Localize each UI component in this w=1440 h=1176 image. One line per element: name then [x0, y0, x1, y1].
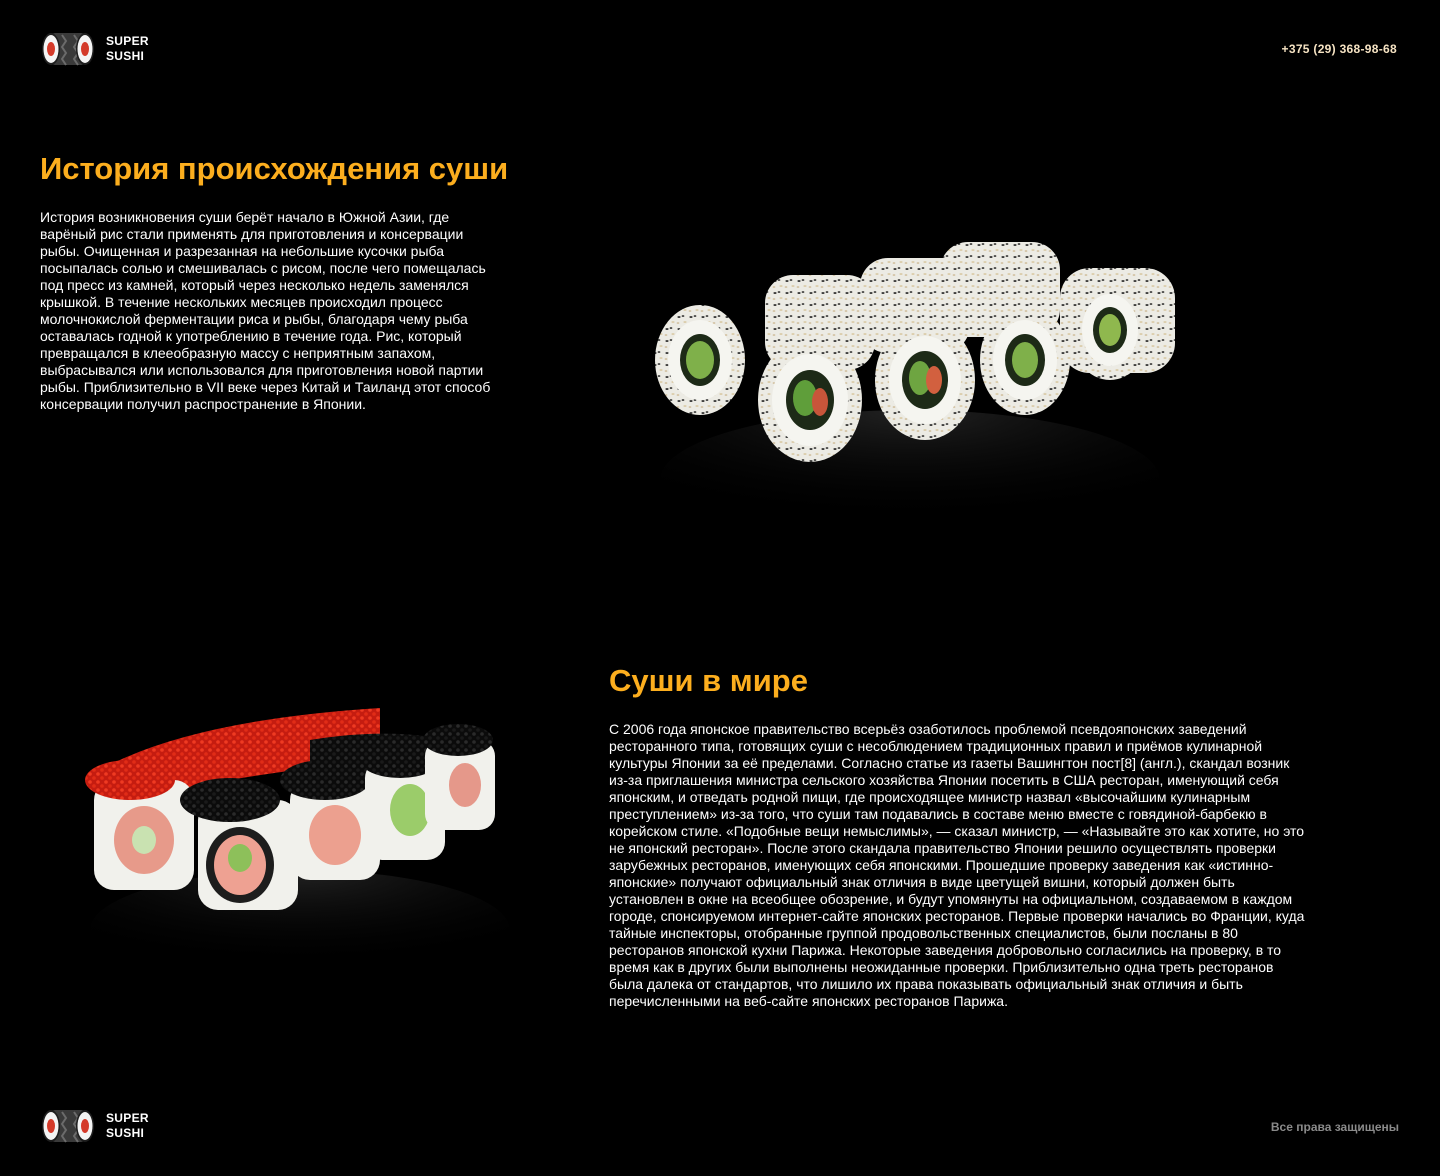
footer-logo[interactable]: SUPER SUSHI: [40, 1106, 149, 1146]
logo-line-2: SUSHI: [106, 1126, 145, 1140]
logo-text: SUPER SUSHI: [106, 1111, 149, 1141]
world-title: Суши в мире: [609, 663, 808, 698]
phone-link[interactable]: +375 (29) 368-98-68: [1282, 42, 1397, 56]
logo-text: SUPER SUSHI: [106, 34, 149, 64]
logo-line-2: SUSHI: [106, 49, 145, 63]
history-title: История происхождения суши: [40, 151, 509, 186]
caviar-rolls-image: [80, 700, 520, 1000]
logo-line-1: SUPER: [106, 34, 149, 48]
sesame-rolls-image: [640, 230, 1200, 560]
sushi-logo-icon: [42, 33, 94, 66]
header-logo[interactable]: SUPER SUSHI: [40, 29, 149, 69]
sushi-logo-icon: [42, 1110, 94, 1143]
world-text: С 2006 года японское правительство всерь…: [609, 721, 1305, 1009]
copyright-text: Все права защищены: [1270, 1120, 1399, 1134]
logo-line-1: SUPER: [106, 1111, 149, 1125]
history-text: История возникновения суши берёт начало …: [40, 209, 491, 412]
